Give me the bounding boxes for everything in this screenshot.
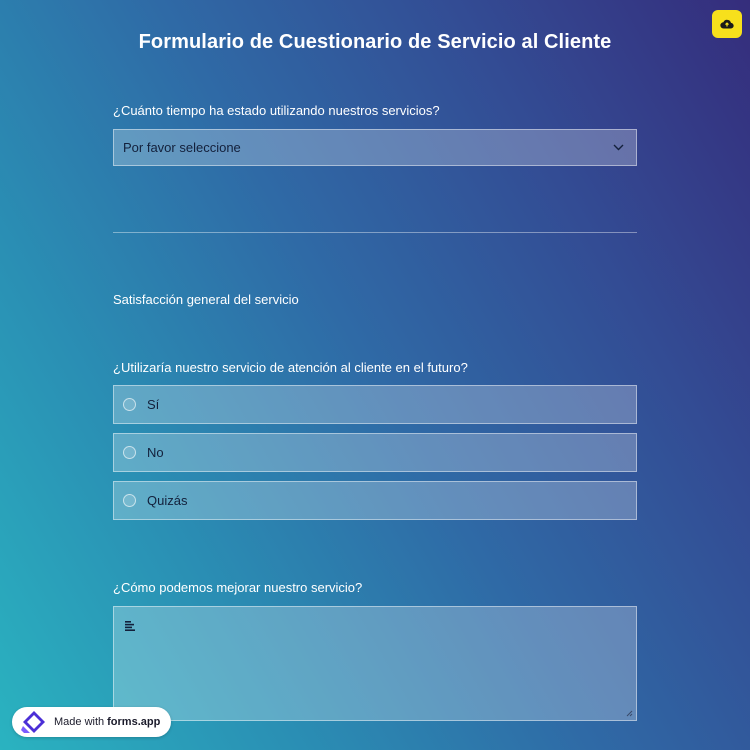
question-future-use-label: ¿Utilizaría nuestro servicio de atención… xyxy=(113,360,468,375)
radio-circle[interactable] xyxy=(123,494,136,507)
radio-option-si[interactable]: Sí xyxy=(113,385,637,424)
section-divider xyxy=(113,232,637,233)
badge-prefix: Made with xyxy=(54,716,105,728)
radio-circle[interactable] xyxy=(123,446,136,459)
improvement-textarea[interactable] xyxy=(113,606,637,721)
duration-select-value: Por favor seleccione xyxy=(123,140,241,155)
radio-circle[interactable] xyxy=(123,398,136,411)
radio-option-quizas[interactable]: Quizás xyxy=(113,481,637,520)
forms-app-logo-icon xyxy=(20,710,48,734)
chevron-down-icon xyxy=(613,144,624,151)
text-lines-icon xyxy=(125,621,135,631)
resize-handle-icon[interactable] xyxy=(626,710,633,717)
radio-option-label: No xyxy=(147,445,164,460)
question-improve-label: ¿Cómo podemos mejorar nuestro servicio? xyxy=(113,580,363,595)
made-with-badge[interactable]: Made with forms.app xyxy=(12,707,171,737)
badge-brand: forms.app xyxy=(107,716,161,728)
radio-option-label: Sí xyxy=(147,397,160,412)
page-title: Formulario de Cuestionario de Servicio a… xyxy=(138,31,612,53)
radio-option-label: Quizás xyxy=(147,493,188,508)
duration-select[interactable]: Por favor seleccione xyxy=(113,129,637,166)
question-duration-label: ¿Cuánto tiempo ha estado utilizando nues… xyxy=(113,103,440,118)
section-title: Satisfacción general del servicio xyxy=(113,292,299,307)
radio-option-no[interactable]: No xyxy=(113,433,637,472)
cloud-upload-icon xyxy=(720,19,734,29)
